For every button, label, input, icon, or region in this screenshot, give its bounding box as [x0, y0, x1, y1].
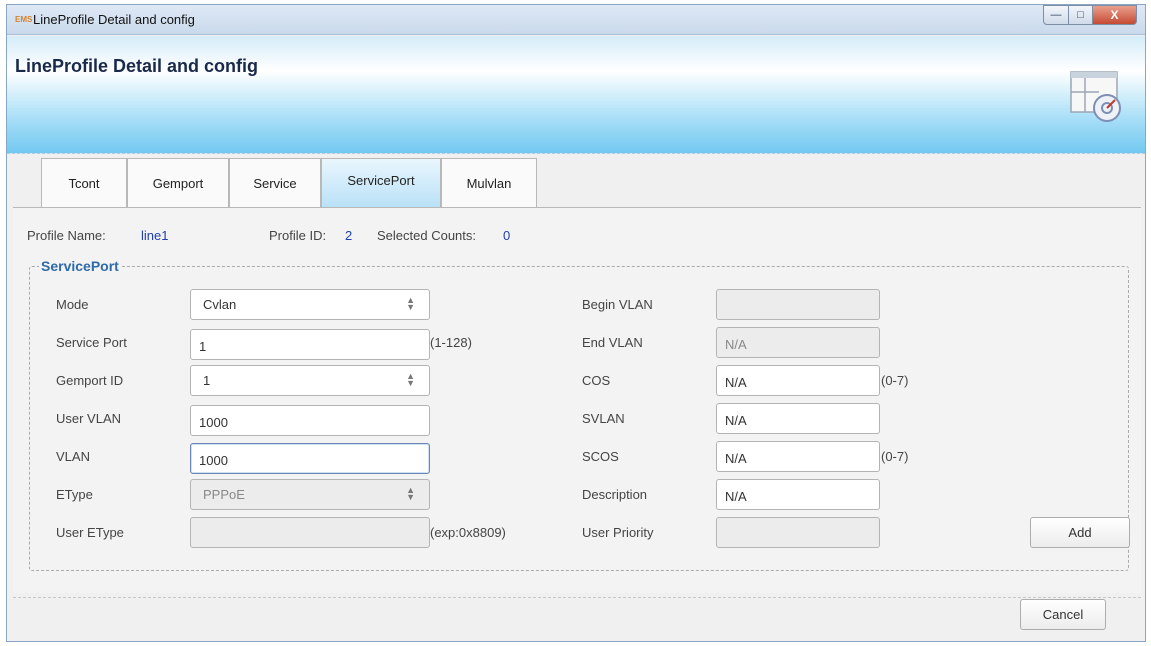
page-title: LineProfile Detail and config	[15, 56, 259, 76]
maximize-button[interactable]: □	[1069, 5, 1093, 25]
minimize-button[interactable]: —	[1043, 5, 1069, 25]
vlan-input[interactable]	[190, 443, 430, 474]
window-title: LineProfile Detail and config	[33, 12, 195, 27]
service-port-hint: (1-128)	[430, 335, 472, 350]
title-bar[interactable]: EMS LineProfile Detail and config — □ X	[7, 5, 1145, 35]
scos-label: SCOS	[582, 449, 619, 464]
tab-serviceport[interactable]: ServicePort	[321, 158, 441, 208]
gemport-id-value: 1	[203, 373, 211, 388]
tab-label: Mulvlan	[466, 176, 512, 191]
begin-vlan-input[interactable]	[716, 289, 880, 320]
serviceport-panel: Profile Name: line1 Profile ID: 2 Select…	[13, 208, 1141, 593]
mode-select[interactable]: Cvlan ▲ ▼	[190, 289, 430, 320]
scos-hint: (0-7)	[881, 449, 909, 464]
window-controls: — □ X	[1043, 5, 1137, 27]
tab-label: Service	[253, 176, 297, 191]
end-vlan-input[interactable]	[716, 327, 880, 358]
tab-mulvlan[interactable]: Mulvlan	[441, 158, 537, 208]
tab-label: ServicePort	[347, 173, 415, 188]
svlan-label: SVLAN	[582, 411, 625, 426]
user-etype-hint: (exp:0x8809)	[430, 525, 506, 540]
user-vlan-label: User VLAN	[56, 411, 122, 426]
profile-id-label: Profile ID:	[269, 228, 327, 243]
tab-bar: Tcont Gemport Service ServicePort Mulvla…	[41, 158, 537, 208]
mode-value: Cvlan	[203, 297, 237, 312]
description-input[interactable]	[716, 479, 880, 510]
user-priority-input[interactable]	[716, 517, 880, 548]
minimize-icon: —	[1050, 9, 1062, 21]
service-port-input[interactable]	[190, 329, 430, 360]
tab-service[interactable]: Service	[229, 158, 321, 208]
add-button-label: Add	[1068, 525, 1092, 540]
header-banner: LineProfile Detail and config	[7, 36, 1145, 154]
tab-label: Tcont	[68, 176, 100, 191]
selected-counts-value: 0	[503, 228, 511, 243]
cos-label: COS	[582, 373, 611, 388]
cancel-button-label: Cancel	[1042, 607, 1084, 622]
scos-input[interactable]	[716, 441, 880, 472]
user-vlan-input[interactable]	[190, 405, 430, 436]
app-icon: EMS	[15, 15, 33, 24]
cancel-button[interactable]: Cancel	[1020, 599, 1106, 630]
service-port-label: Service Port	[56, 335, 127, 350]
spinner-arrows-icon: ▲ ▼	[406, 295, 415, 312]
profile-name-label: Profile Name:	[27, 228, 106, 243]
close-button[interactable]: X	[1093, 5, 1137, 25]
cos-input[interactable]	[716, 365, 880, 396]
mode-label: Mode	[56, 297, 89, 312]
cos-hint: (0-7)	[881, 373, 909, 388]
close-icon: X	[1110, 8, 1119, 22]
dialog-window: EMS LineProfile Detail and config — □ X …	[6, 4, 1146, 642]
config-window-icon	[1070, 71, 1121, 122]
add-button[interactable]: Add	[1030, 517, 1130, 548]
selected-counts-label: Selected Counts:	[377, 228, 477, 243]
begin-vlan-label: Begin VLAN	[582, 297, 653, 312]
end-vlan-label: End VLAN	[582, 335, 643, 350]
serviceport-group: ServicePort Mode Cvlan ▲▼ Service Port (…	[29, 258, 1130, 571]
user-etype-input[interactable]	[190, 517, 430, 548]
tab-label: Gemport	[152, 176, 204, 191]
spinner-arrows-icon: ▲ ▼	[406, 371, 415, 388]
tab-gemport[interactable]: Gemport	[127, 158, 229, 208]
etype-value: PPPoE	[203, 487, 245, 502]
profile-name-value: line1	[141, 228, 169, 243]
user-priority-label: User Priority	[582, 525, 654, 540]
footer-divider	[13, 597, 1141, 598]
spinner-arrows-icon: ▲ ▼	[406, 485, 415, 502]
vlan-label: VLAN	[56, 449, 90, 464]
tab-tcont[interactable]: Tcont	[41, 158, 127, 208]
description-label: Description	[582, 487, 648, 502]
gemport-id-select[interactable]: 1 ▲ ▼	[190, 365, 430, 396]
etype-select[interactable]: PPPoE ▲ ▼	[190, 479, 430, 510]
maximize-icon: □	[1077, 9, 1084, 21]
user-etype-label: User EType	[56, 525, 124, 540]
group-legend: ServicePort	[39, 258, 121, 274]
profile-id-value: 2	[345, 228, 353, 243]
svlan-input[interactable]	[716, 403, 880, 434]
etype-label: EType	[56, 487, 93, 502]
gemport-id-label: Gemport ID	[56, 373, 124, 388]
